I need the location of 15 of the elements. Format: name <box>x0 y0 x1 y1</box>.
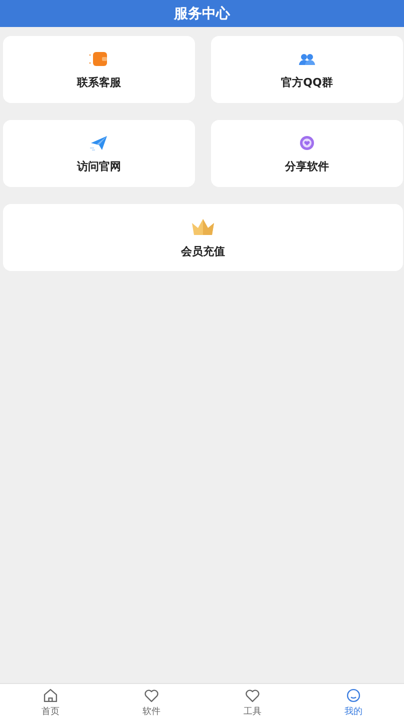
service-card[interactable]: 官方QQ群 <box>211 36 403 103</box>
tab[interactable]: 首页 <box>0 684 101 720</box>
paper-plane-icon <box>88 133 110 153</box>
tab[interactable]: 工具 <box>202 684 303 720</box>
tab[interactable]: 我的 <box>303 684 404 720</box>
service-card[interactable]: 联系客服 <box>3 36 195 103</box>
tab[interactable]: 软件 <box>101 684 202 720</box>
page-title: 服务中心 <box>174 4 230 22</box>
heart-icon <box>244 686 261 704</box>
service-card[interactable]: 分享软件 <box>211 120 403 187</box>
service-card[interactable]: 会员充值 <box>3 204 403 271</box>
home-icon <box>42 686 59 704</box>
service-card[interactable]: 访问官网 <box>3 120 195 187</box>
heart-icon <box>143 686 160 704</box>
wallet-icon <box>88 49 110 69</box>
